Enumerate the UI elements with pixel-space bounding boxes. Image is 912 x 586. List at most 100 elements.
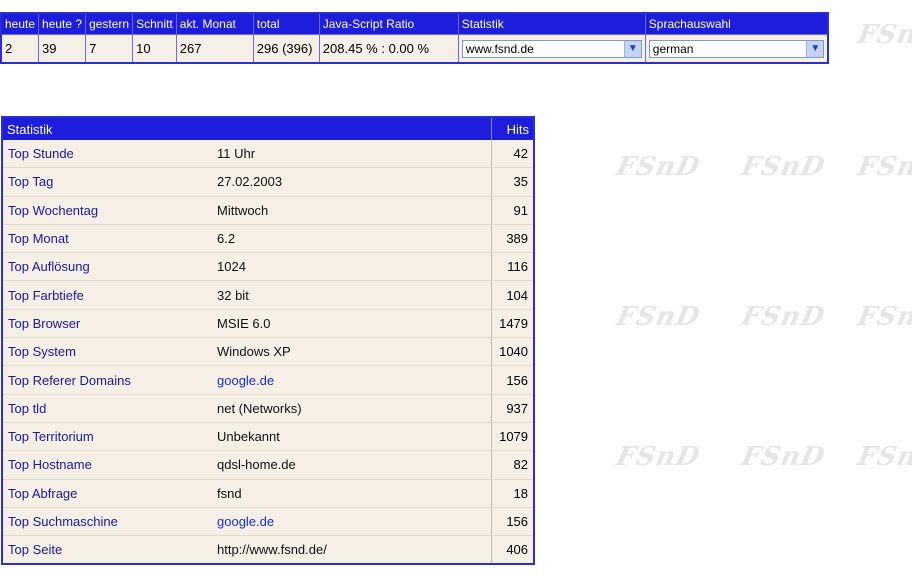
row-label: Top Auflösung (2, 252, 212, 282)
row-label: Top Monat (2, 224, 212, 254)
watermark-logo: FSnD (854, 442, 912, 472)
summary-values-row: 2 39 7 10 267 296 (396) 208.45 % : 0.00 … (0, 34, 829, 64)
row-label: Top Hostname (2, 450, 212, 480)
col-gestern: gestern (85, 12, 134, 35)
statistik-header-row: Statistik Hits (2, 117, 535, 140)
row-value: Unbekannt (212, 422, 492, 452)
row-label: Top Suchmaschine (2, 507, 212, 537)
table-row: Top Hostname qdsl-home.de 82 (2, 450, 535, 480)
sprachauswahl-cell: german ▼ (644, 34, 829, 64)
row-label: Top tld (2, 394, 212, 423)
site-select-value: www.fsnd.de (465, 41, 534, 56)
summary-table: heute heute ? gestern Schnitt akt. Monat… (0, 12, 830, 64)
value-javascript-ratio: 208.45 % : 0.00 % (318, 34, 459, 64)
language-select[interactable]: german ▼ (648, 39, 825, 58)
hits-heading: Hits (490, 117, 535, 140)
col-javascript-ratio: Java-Script Ratio (318, 12, 459, 35)
watermark-logo: FSnD (738, 152, 828, 182)
row-value: 6.2 (212, 224, 492, 254)
row-hits: 18 (490, 479, 535, 508)
table-row: Top Auflösung 1024 116 (2, 252, 535, 282)
watermark-logo: FSnD (738, 302, 828, 332)
row-label: Top Browser (2, 309, 212, 339)
col-heute: heute (0, 12, 40, 35)
row-hits: 1040 (490, 337, 535, 367)
value-schnitt: 10 (132, 34, 177, 64)
row-hits: 406 (490, 535, 535, 565)
row-hits: 116 (490, 252, 535, 282)
table-row: Top Territorium Unbekannt 1079 (2, 422, 535, 452)
col-akt-monat: akt. Monat (175, 12, 254, 35)
col-statistik: Statistik (457, 12, 646, 35)
language-select-value: german (652, 41, 694, 56)
row-value: fsnd (212, 479, 492, 508)
summary-header-row: heute heute ? gestern Schnitt akt. Monat… (0, 12, 829, 35)
watermark-logo: FSnD (738, 442, 828, 472)
table-row: Top tld net (Networks) 937 (2, 394, 535, 423)
statistik-heading: Statistik (2, 117, 492, 140)
row-label: Top Wochentag (2, 196, 212, 225)
row-label: Top Farbtiefe (2, 280, 212, 310)
table-row: Top Suchmaschine google.de 156 (2, 507, 535, 537)
row-value-link[interactable]: google.de (212, 365, 492, 395)
row-value: qdsl-home.de (212, 450, 492, 480)
row-value: 1024 (212, 252, 492, 282)
row-hits: 937 (490, 394, 535, 423)
col-total: total (252, 12, 320, 35)
value-heute-question: 39 (38, 34, 87, 64)
row-value-link[interactable]: google.de (212, 507, 492, 537)
row-label: Top System (2, 337, 212, 367)
value-total: 296 (396) (252, 34, 320, 64)
watermark-logo: FSnD (613, 442, 703, 472)
value-heute: 2 (0, 34, 40, 64)
row-hits: 82 (490, 450, 535, 480)
statistik-table: Statistik Hits Top Stunde 11 Uhr 42 Top Ta… (1, 116, 536, 566)
table-row: Top Stunde 11 Uhr 42 (2, 140, 535, 169)
watermark-logo: FSnD (854, 302, 912, 332)
table-row: Top Wochentag Mittwoch 91 (2, 196, 535, 225)
col-heute-question: heute ? (38, 12, 87, 35)
table-row: Top Farbtiefe 32 bit 104 (2, 280, 535, 310)
watermark-logo: FSnD (613, 152, 703, 182)
watermark-logo: FSnD (854, 20, 912, 50)
row-hits: 389 (490, 224, 535, 254)
row-value: 32 bit (212, 280, 492, 310)
statistik-cell: www.fsnd.de ▼ (457, 34, 646, 64)
row-label: Top Referer Domains (2, 365, 212, 395)
table-row: Top Browser MSIE 6.0 1479 (2, 309, 535, 339)
table-row: Top Seite http://www.fsnd.de/406 (2, 535, 535, 565)
table-row: Top Tag 27.02.2003 35 (2, 167, 535, 197)
row-hits: 1479 (490, 309, 535, 339)
chevron-down-icon[interactable]: ▼ (623, 40, 641, 57)
row-hits: 104 (490, 280, 535, 310)
row-value: Windows XP (212, 337, 492, 367)
table-row: Top System Windows XP 1040 (2, 337, 535, 367)
site-select[interactable]: www.fsnd.de ▼ (461, 39, 642, 58)
row-hits: 91 (490, 196, 535, 225)
row-value: 11 Uhr (212, 140, 492, 169)
watermark-logo: FSnD (854, 152, 912, 182)
row-hits: 156 (490, 507, 535, 537)
row-hits: 1079 (490, 422, 535, 452)
row-hits: 35 (490, 167, 535, 197)
watermark-logo: FSnD (613, 302, 703, 332)
row-hits: 156 (490, 365, 535, 395)
row-value: MSIE 6.0 (212, 309, 492, 339)
row-value: Mittwoch (212, 196, 492, 225)
col-schnitt: Schnitt (132, 12, 177, 35)
table-row: Top Abfrage fsnd 18 (2, 479, 535, 508)
table-row: Top Monat 6.2 389 (2, 224, 535, 254)
table-row: Top Referer Domains google.de 156 (2, 365, 535, 395)
row-label: Top Abfrage (2, 479, 212, 508)
chevron-down-icon[interactable]: ▼ (806, 40, 824, 57)
row-label: Top Stunde (2, 140, 212, 169)
row-value: 27.02.2003 (212, 167, 492, 197)
row-value-link[interactable]: http://www.fsnd.de/ (212, 535, 492, 565)
row-value: net (Networks) (212, 394, 492, 423)
col-sprachauswahl: Sprachauswahl (644, 12, 829, 35)
row-label: Top Tag (2, 167, 212, 197)
row-hits: 42 (490, 140, 535, 169)
row-label: Top Territorium (2, 422, 212, 452)
row-label: Top Seite (2, 535, 212, 565)
value-gestern: 7 (85, 34, 134, 64)
